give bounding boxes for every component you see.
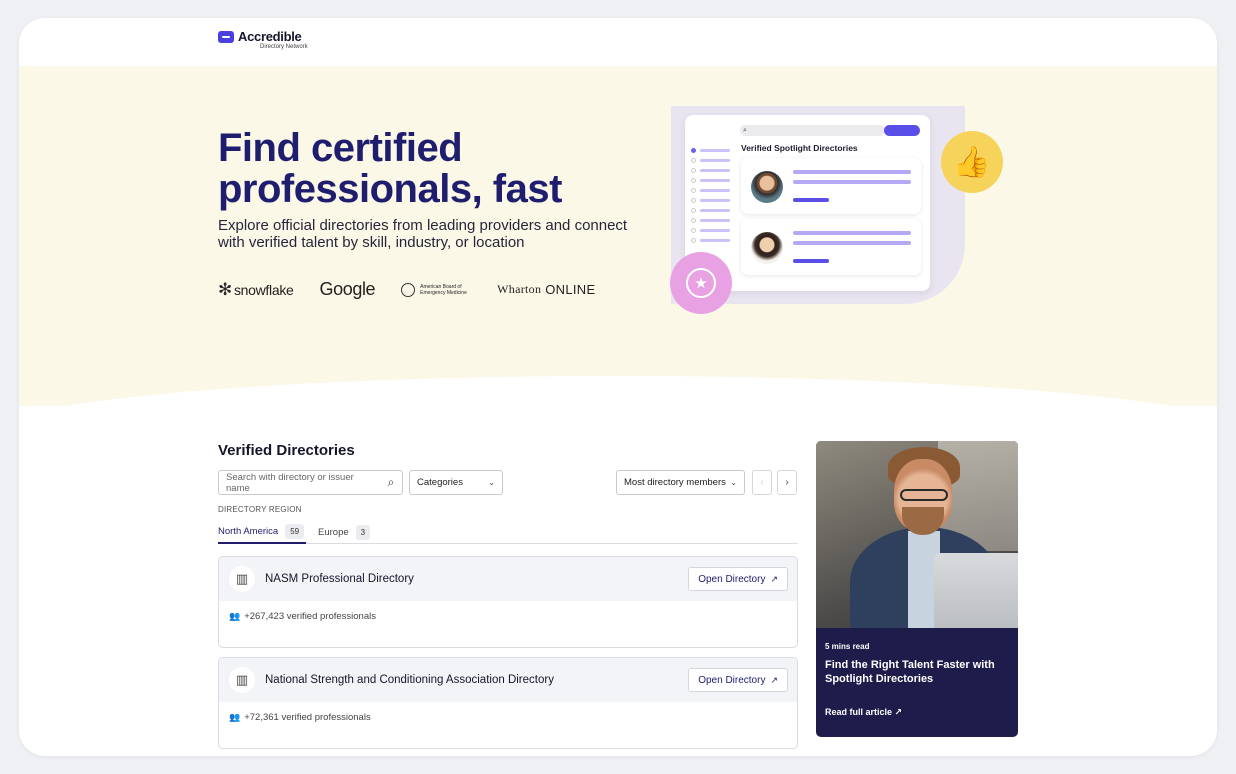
region-tabs: North America 59 Europe 3 — [218, 520, 798, 544]
people-icon: 👥 — [229, 611, 241, 621]
accredible-logo[interactable]: Accredible Directory Network — [218, 30, 308, 51]
sort-dropdown[interactable]: Most directory members ⌄ — [616, 470, 745, 495]
abem-seal-icon — [401, 282, 416, 297]
read-time: 5 mins read — [825, 642, 870, 651]
thumbs-up-icon: 👍 — [941, 131, 1003, 193]
avatar — [751, 171, 783, 203]
page-frame: Accredible Directory Network Find certif… — [19, 18, 1217, 756]
mock-button — [884, 125, 920, 136]
mock-profile-card — [741, 219, 921, 275]
mock-title: Verified Spotlight Directories — [741, 143, 858, 153]
avatar — [751, 232, 783, 264]
article-title: Find the Right Talent Faster with Spotli… — [825, 659, 995, 685]
hero-section: Find certified professionals, fast Explo… — [19, 66, 1217, 436]
open-directory-button[interactable]: Open Directory ↗ — [688, 567, 788, 591]
building-icon: ▥ — [229, 667, 255, 693]
snowflake-icon: ✻ — [218, 279, 232, 299]
mock-profile-card — [741, 158, 921, 214]
search-placeholder: Search with directory or issuer name — [226, 471, 354, 494]
directory-name: NASM Professional Directory — [265, 573, 414, 585]
open-directory-button[interactable]: Open Directory ↗ — [688, 668, 788, 692]
tab-europe[interactable]: Europe 3 — [318, 520, 371, 544]
snowflake-logo: ✻ snowflake — [218, 279, 294, 299]
external-link-icon: ↗ — [894, 707, 903, 717]
hero-title: Find certified professionals, fast — [218, 126, 562, 211]
article-image — [816, 441, 1018, 628]
chevron-down-icon: ⌄ — [730, 478, 737, 487]
categories-dropdown[interactable]: Categories ⌄ — [409, 470, 503, 495]
directories-title: Verified Directories — [218, 442, 355, 459]
logo-name: Accredible — [238, 29, 302, 44]
member-count: 👥 +267,423 verified professionals — [229, 611, 376, 622]
directory-card: ▥ National Strength and Conditioning Ass… — [218, 657, 798, 749]
tab-count-badge: 3 — [355, 524, 371, 540]
directory-card: ▥ NASM Professional Directory Open Direc… — [218, 556, 798, 648]
people-icon: 👥 — [229, 712, 241, 722]
article-card[interactable]: 5 mins read Find the Right Talent Faster… — [816, 441, 1018, 737]
wharton-logo: Wharton ONLINE — [497, 282, 596, 297]
hero-subtitle: Explore official directories from leadin… — [218, 217, 628, 251]
directory-name: National Strength and Conditioning Assoc… — [265, 674, 554, 686]
chevron-right-icon: › — [785, 477, 789, 488]
site-header: Accredible Directory Network — [19, 18, 1217, 66]
search-icon[interactable]: ⌕ — [380, 475, 402, 490]
chevron-left-icon: ‹ — [760, 477, 764, 488]
next-page-button[interactable]: › — [777, 470, 797, 495]
abem-logo: American Board of Emergency Medicine — [401, 282, 471, 297]
mock-search-icon: ⌕ — [740, 125, 885, 136]
google-logo: Google — [319, 279, 376, 299]
mock-nav — [691, 145, 730, 245]
external-link-icon: ↗ — [770, 674, 778, 685]
read-article-link[interactable]: Read full article ↗ — [825, 707, 902, 718]
prev-page-button[interactable]: ‹ — [752, 470, 772, 495]
building-icon: ▥ — [229, 566, 255, 592]
tab-count-badge: 59 — [285, 523, 305, 539]
external-link-icon: ↗ — [770, 573, 778, 584]
region-label: DIRECTORY REGION — [218, 505, 302, 514]
chevron-down-icon: ⌄ — [488, 478, 495, 487]
logo-mark-icon — [218, 31, 234, 43]
directory-search-input[interactable]: Search with directory or issuer name ⌕ — [218, 470, 403, 495]
logo-subtitle: Directory Network — [260, 44, 308, 50]
member-count: 👥 +72,361 verified professionals — [229, 712, 371, 723]
tab-north-america[interactable]: North America 59 — [218, 520, 307, 544]
award-badge-icon: ★ — [670, 252, 732, 314]
partner-logos: ✻ snowflake Google American Board of Eme… — [218, 279, 621, 300]
